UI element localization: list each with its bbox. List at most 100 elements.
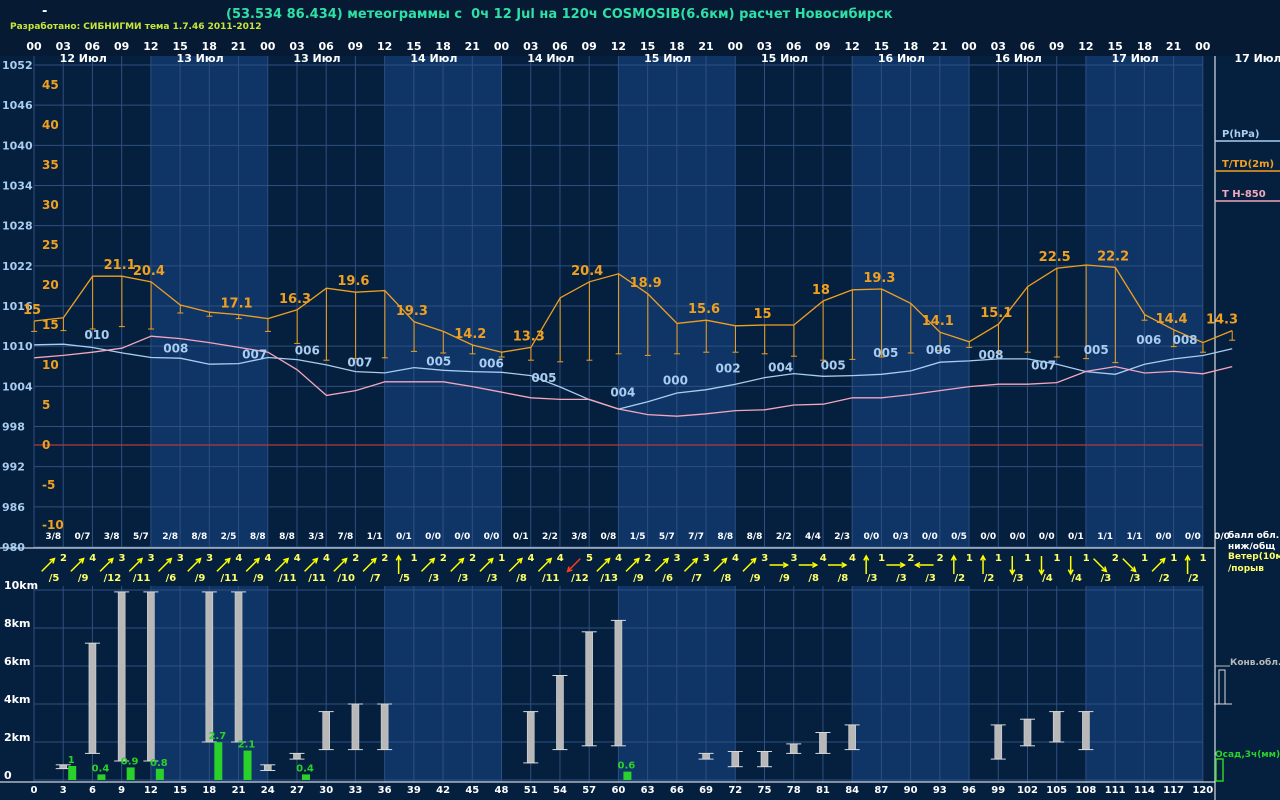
temperature-label: 14.4 xyxy=(1156,312,1188,327)
cloud-cover-label: 0/8 xyxy=(600,532,616,542)
top-hour-label: 12 xyxy=(377,40,392,53)
precip-label: 0.8 xyxy=(150,758,168,769)
legend: P(hPa) T/TD(2m) T H-850 балл обл.ниж/общВет… xyxy=(1214,129,1280,782)
pressure-label: 006 xyxy=(295,344,320,358)
convective-cloud-bar xyxy=(819,732,827,754)
convective-cloud-bar xyxy=(731,751,740,767)
convective-cloud-bar xyxy=(88,642,97,754)
wind-arrow xyxy=(683,558,698,572)
temperature-label: 15 xyxy=(23,303,41,318)
bottom-hour-label: 18 xyxy=(202,785,216,796)
wind-arrow xyxy=(450,558,464,572)
height-tick: 8km xyxy=(4,617,30,630)
precip-label: 2.7 xyxy=(208,731,226,742)
top-hour-label: 21 xyxy=(698,40,713,53)
wind-arrow xyxy=(70,558,85,572)
wind-speed-label: 4 xyxy=(323,553,330,564)
wind-speed-label: 1 xyxy=(1024,553,1031,564)
cloud-cover-label: 7/8 xyxy=(338,532,354,542)
wind-gust-label: /3 xyxy=(1130,573,1141,584)
bottom-hour-label: 84 xyxy=(845,785,859,796)
precip-bar xyxy=(301,774,310,780)
convective-cloud-bar xyxy=(614,620,623,747)
cloud-cover-label: 0/1 xyxy=(396,532,412,542)
convective-cloud-bar xyxy=(556,675,564,750)
bottom-hour-label: 51 xyxy=(524,785,538,796)
meteogram-chart: 00 03 06 09 12 15 18 21 00 03 06 09 12 15 18 21 00 03 06 09… xyxy=(0,38,1280,800)
precip-label: 2.1 xyxy=(238,740,256,751)
wind-gust-label: /2 xyxy=(984,573,995,584)
precip-bar xyxy=(243,750,252,780)
cloud-cover-label: 5/7 xyxy=(659,532,675,542)
bottom-hour-label: 39 xyxy=(407,785,421,796)
convective-cloud-bar xyxy=(322,711,331,750)
top-hour-label: 21 xyxy=(465,40,480,53)
day-label: 17 Июл xyxy=(1234,52,1280,65)
temperature-label: 21.1 xyxy=(104,258,136,273)
precip-bar xyxy=(126,767,135,780)
wind-speed-label: 4 xyxy=(528,553,535,564)
convective-cloud-bar xyxy=(1082,711,1090,750)
cloud-cover-label: 8/8 xyxy=(250,532,266,542)
day-label: 16 Июл xyxy=(878,52,925,65)
wind-speed-label: 3 xyxy=(703,553,710,564)
temperature-label: 19.6 xyxy=(337,274,369,289)
wind-speed-label: 1 xyxy=(1170,553,1177,564)
cloud-cover-label: 8/8 xyxy=(191,532,207,542)
temperature-label: 15 xyxy=(753,307,771,322)
wind-speed-label: 4 xyxy=(849,553,856,564)
wind-gust-label: /3 xyxy=(1101,573,1112,584)
wind-arrow xyxy=(245,558,260,572)
temp-tick: 10 xyxy=(42,358,59,372)
top-hour-label: 00 xyxy=(494,40,510,53)
pressure-label: 006 xyxy=(926,343,951,357)
top-hour-label: 00 xyxy=(728,40,744,53)
pressure-tick: 986 xyxy=(2,501,25,514)
cloud-cover-label: 0/0 xyxy=(425,532,441,542)
pressure-label: 007 xyxy=(347,356,372,370)
wind-speed-label: 2 xyxy=(1112,553,1119,564)
bottom-hour-label: 111 xyxy=(1105,785,1126,796)
temp-tick: 5 xyxy=(42,398,50,412)
height-tick: 4km xyxy=(4,693,30,706)
wind-speed-label: 1 xyxy=(966,553,973,564)
bottom-hour-label: 102 xyxy=(1017,785,1038,796)
temperature-label: 20.4 xyxy=(571,264,603,279)
bottom-hour-label: 9 xyxy=(118,785,125,796)
wind-gust-label: /9 xyxy=(195,573,206,584)
wind-gust-label: /11 xyxy=(221,573,239,584)
convective-cloud-bar xyxy=(848,724,856,750)
wind-speed-label: 2 xyxy=(469,553,476,564)
cloud-cover-label: 0/0 xyxy=(863,532,879,542)
pressure-label: 005 xyxy=(426,354,451,368)
bottom-hour-label: 63 xyxy=(641,785,655,796)
wind-arrow xyxy=(713,558,727,572)
wind-speed-label: 1 xyxy=(498,553,505,564)
pressure-tick: 1052 xyxy=(2,59,33,72)
top-hour-label: 09 xyxy=(114,40,129,53)
cloud-cover-label: 1/1 xyxy=(367,532,383,542)
legend-temperature: T/TD(2m) xyxy=(1222,159,1274,170)
pressure-label: 005 xyxy=(873,346,898,360)
temperature-label: 19.3 xyxy=(396,304,428,319)
temperature-label: 15.1 xyxy=(980,306,1012,321)
bottom-hour-label: 0 xyxy=(31,785,38,796)
bottom-hour-label: 42 xyxy=(436,785,450,796)
temp-tick: -10 xyxy=(42,518,64,532)
legend-cloud-cover-1: балл обл. xyxy=(1228,530,1279,541)
wind-gust-label: /2 xyxy=(1159,573,1170,584)
cloud-cover-label: 0/0 xyxy=(454,532,470,542)
bottom-hour-label: 120 xyxy=(1192,785,1213,796)
wind-speed-label: 2 xyxy=(907,553,914,564)
wind-speed-label: 1 xyxy=(1200,553,1207,564)
temperature-label: 14.1 xyxy=(922,314,954,329)
temp-tick: 45 xyxy=(42,78,59,92)
cloud-cover-label: 0/7 xyxy=(75,532,91,542)
convective-cloud-bar xyxy=(789,743,798,754)
legend-wind-1: Ветер(10м xyxy=(1228,552,1280,562)
wind-gust-label: /2 xyxy=(955,573,966,584)
bottom-hour-label: 105 xyxy=(1046,785,1067,796)
pressure-label: 006 xyxy=(479,356,504,370)
wind-speed-label: 2 xyxy=(644,553,651,564)
top-hour-label: 09 xyxy=(348,40,363,53)
